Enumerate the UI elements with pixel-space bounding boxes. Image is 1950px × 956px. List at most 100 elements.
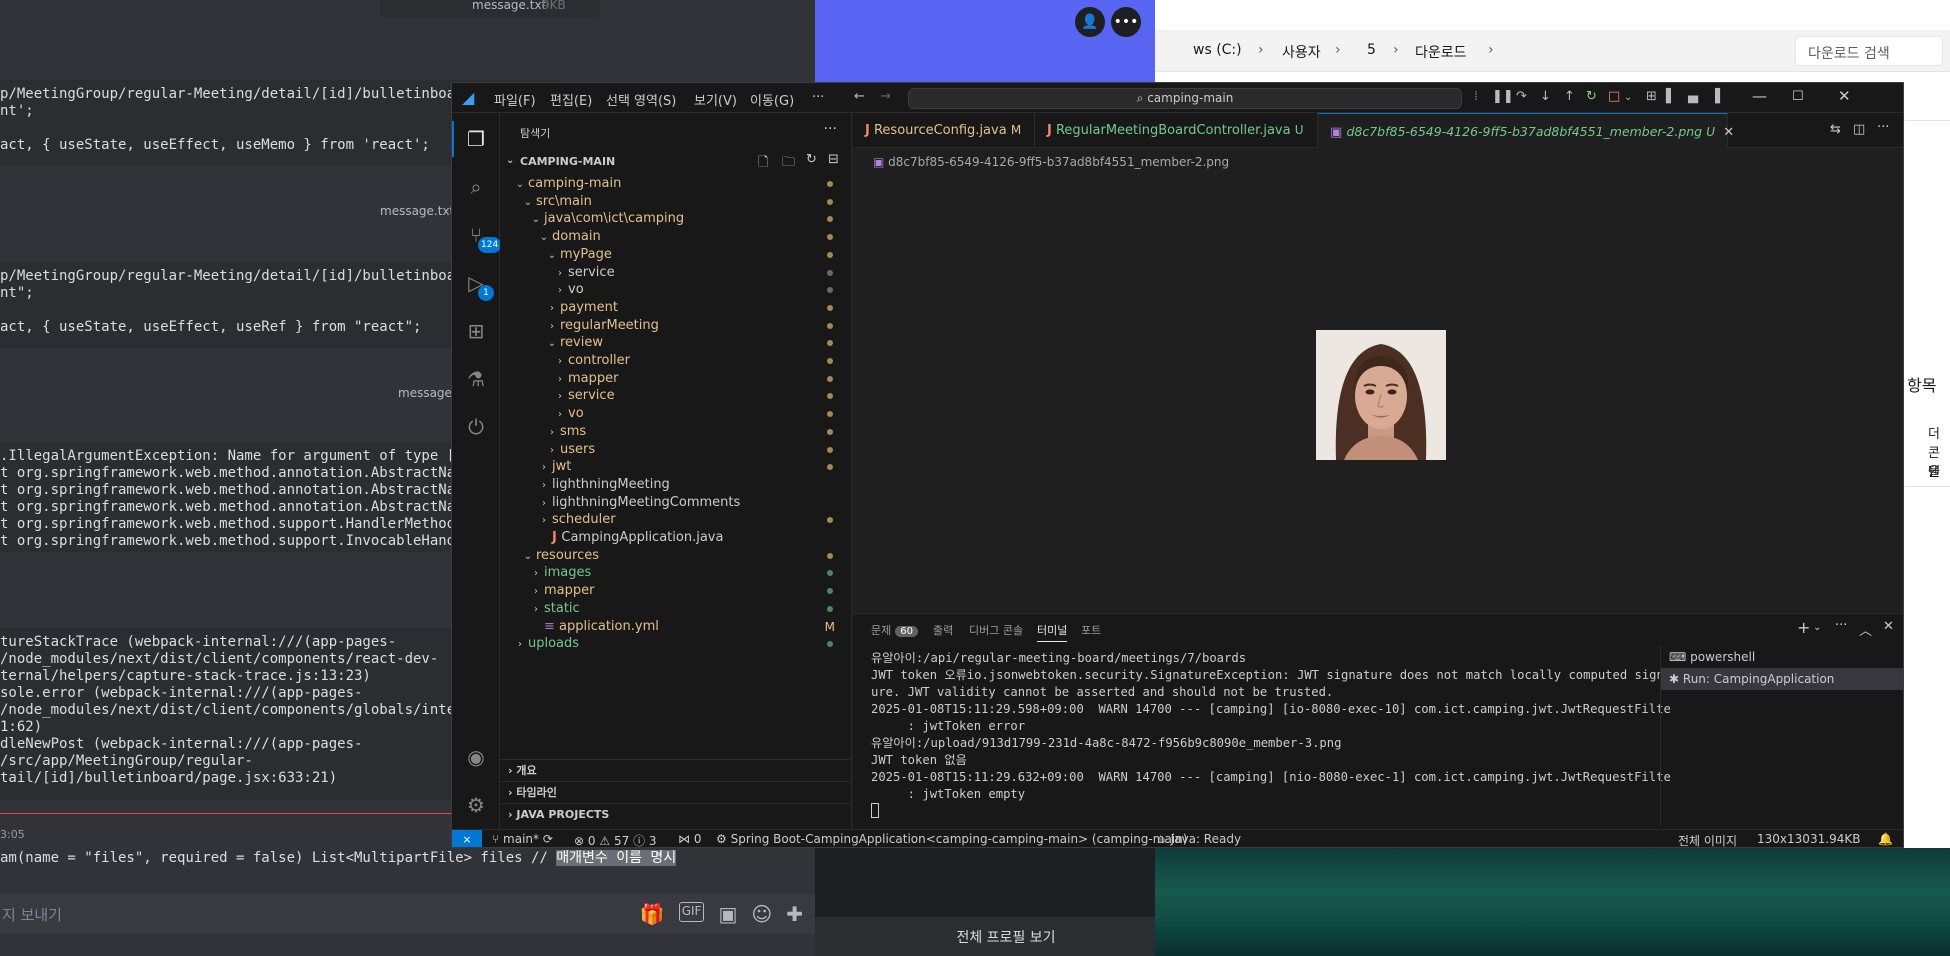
new-folder-icon[interactable]: 🗀 (782, 153, 795, 175)
tab-regular-meeting-board-controller[interactable]: J RegularMeetingBoardController.java U (1035, 113, 1318, 148)
add-friend-icon[interactable]: 👤 (1075, 7, 1105, 37)
sidebar-section[interactable]: › JAVA PROJECTS (500, 803, 851, 825)
toggle-panel-icon[interactable]: ▄ (1688, 89, 1698, 104)
debug-stop-icon[interactable]: □ (1608, 89, 1620, 104)
gift-icon[interactable]: 🎁 (640, 902, 665, 926)
debug-step-out-icon[interactable]: ↑ (1564, 89, 1575, 104)
debug-restart-icon[interactable]: ↻ (1586, 89, 1597, 104)
tab-debug-console[interactable]: 디버그 콘솔 (969, 622, 1023, 638)
breadcrumb-users[interactable]: 사용자 (1282, 42, 1321, 62)
breadcrumb-downloads[interactable]: 다운로드 (1415, 42, 1467, 62)
tab-member-image[interactable]: ▣ d8c7bf85-6549-4126-9ff5-b37ad8bf4551_m… (1318, 113, 1734, 148)
collapse-all-icon[interactable]: ⊟ (828, 152, 839, 167)
debug-step-over-icon[interactable]: ↷ (1516, 89, 1527, 104)
tab-resource-config[interactable]: J ResourceConfig.java M (853, 113, 1035, 148)
tab-label: ResourceConfig.java (873, 123, 1007, 138)
git-status-dot (827, 251, 833, 258)
accounts-icon[interactable]: ◉ (464, 745, 488, 769)
menu-edit[interactable]: 편집(E) (550, 90, 592, 109)
tree-item-label: review (560, 335, 603, 351)
command-center-search[interactable]: ⌕ camping-main (908, 88, 1462, 109)
explorer-search-input[interactable]: 다운로드 검색 (1795, 36, 1943, 66)
attachment-file-name[interactable]: message.txt (380, 204, 454, 218)
menu-more[interactable]: ··· (812, 90, 824, 105)
refresh-icon[interactable]: ↻ (806, 152, 817, 167)
sticker-icon[interactable]: ▣ (718, 902, 737, 926)
emoji-icon[interactable]: ☺ (751, 902, 772, 926)
extensions-icon[interactable]: ⊞ (464, 319, 488, 343)
apps-icon[interactable]: ✚ (786, 902, 803, 926)
full-profile-button[interactable]: 전체 프로필 보기 (815, 917, 1197, 956)
breadcrumb-label: d8c7bf85-6549-4126-9ff5-b37ad8bf4551_mem… (888, 155, 1230, 169)
workspace-root-row[interactable]: ⌄ CAMPING-MAIN 🗋 🗀 ↻ ⊟ (500, 151, 851, 173)
menu-go[interactable]: 이동(G) (750, 90, 794, 109)
customize-layout-icon[interactable]: ⊞ (1646, 89, 1657, 104)
spring-icon: ⚙ (716, 832, 727, 846)
toggle-secondary-sidebar-icon[interactable]: ▐ (1710, 89, 1720, 104)
debug-drag-handle-icon[interactable]: ⁞ (1474, 89, 1478, 104)
terminal-item-run-camping[interactable]: ✱ Run: CampingApplication (1661, 668, 1903, 690)
ports-icon: ⋈ (678, 832, 690, 846)
attachment-file-name[interactable]: message. (398, 386, 456, 400)
message-input[interactable]: 지 보내기 🎁 GIF ▣ ☺ ✚ (0, 894, 815, 934)
maximize-panel-icon[interactable]: ︿ (1859, 620, 1872, 639)
sidebar-section[interactable]: › 개요 (500, 759, 851, 781)
close-window-icon[interactable]: ✕ (1838, 87, 1851, 105)
close-panel-icon[interactable]: ✕ (1883, 619, 1894, 634)
new-file-icon[interactable]: 🗋 (758, 153, 768, 175)
settings-gear-icon[interactable]: ⚙ (464, 793, 488, 817)
breadcrumb-user[interactable]: 5 (1367, 42, 1376, 58)
tab-output[interactable]: 출력 (933, 622, 953, 638)
terminal-line: 유알아이:/upload/913d1799-231d-4a8c-8472-f95… (871, 736, 1342, 750)
problems-status[interactable]: ⊗ 0 ⚠ 57 ⓘ 3 (574, 832, 657, 847)
terminal-output[interactable]: 유알아이:/api/regular-meeting-board/meetings… (871, 650, 1671, 818)
chevron-down-icon[interactable]: ⌄ (1624, 92, 1632, 103)
split-editor-icon[interactable]: ◫ (1853, 122, 1865, 137)
menu-view[interactable]: 보기(V) (694, 90, 737, 109)
terminal-line: JWT token 없음 (871, 753, 967, 767)
back-arrow-icon[interactable]: ← (854, 89, 865, 104)
explorer-icon[interactable]: ❐ (464, 127, 488, 151)
tree-item[interactable]: › uploads (500, 633, 851, 655)
branch-status[interactable]: ⑂ main* ⟳ (492, 832, 553, 846)
notifications-bell-icon[interactable]: 🔔 (1878, 832, 1893, 846)
more-actions-icon[interactable]: ··· (1877, 120, 1889, 135)
new-terminal-icon[interactable]: + (1797, 618, 1810, 637)
toggle-primary-sidebar-icon[interactable]: ▌ (1666, 89, 1676, 104)
breadcrumb-separator-icon: › (1488, 42, 1494, 58)
git-status-dot (827, 411, 833, 418)
terminal-item-powershell[interactable]: ⌨ powershell (1661, 646, 1903, 668)
attachment-file-size: 9KB (542, 0, 566, 12)
attachment-file-name[interactable]: message.txt (472, 0, 546, 12)
more-actions-icon[interactable]: ··· (1835, 618, 1847, 633)
chevron-down-icon[interactable]: ⌄ (1813, 622, 1821, 633)
remote-indicator-icon[interactable]: ⨯ (452, 830, 482, 847)
breadcrumb-drive[interactable]: ws (C:) (1193, 42, 1242, 58)
tab-terminal[interactable]: 터미널 (1037, 622, 1068, 642)
image-breadcrumb[interactable]: ▣ d8c7bf85-6549-4126-9ff5-b37ad8bf4551_m… (873, 155, 1229, 169)
open-changes-icon[interactable]: ⇆ (1830, 122, 1841, 137)
tab-problems[interactable]: 문제 60 (871, 622, 918, 638)
minimize-icon[interactable]: — (1752, 87, 1767, 105)
ports-status[interactable]: ⋈ 0 (678, 832, 701, 846)
debug-pause-icon[interactable]: ❚❚ (1492, 89, 1514, 104)
sidebar-section[interactable]: › 타임라인 (500, 781, 851, 803)
image-zoom-status[interactable]: 전체 이미지 (1678, 832, 1737, 847)
tab-ports[interactable]: 포트 (1081, 622, 1101, 638)
maximize-icon[interactable]: ☐ (1792, 89, 1804, 104)
spring-boot-status[interactable]: ⚙ Spring Boot-CampingApplication<camping… (716, 832, 1187, 846)
gif-icon[interactable]: GIF (678, 902, 705, 922)
debug-step-into-icon[interactable]: ↓ (1540, 89, 1551, 104)
more-options-icon[interactable]: ••• (1111, 7, 1141, 37)
spring-boot-dashboard-icon[interactable]: ⏻ (464, 415, 488, 439)
menu-selection[interactable]: 선택 영역(S) (606, 90, 676, 109)
java-status[interactable]: ☕ Java: Ready (1156, 832, 1241, 846)
close-tab-icon[interactable]: ✕ (1723, 125, 1734, 140)
java-file-icon: J (552, 530, 562, 545)
search-icon[interactable]: ⌕ (464, 175, 488, 199)
menu-file[interactable]: 파일(F) (494, 90, 536, 109)
forward-arrow-icon[interactable]: → (880, 89, 891, 104)
more-actions-icon[interactable]: ··· (824, 121, 837, 137)
testing-icon[interactable]: ⚗ (464, 367, 488, 391)
terminal-line: 2025-01-08T15:11:29.598+09:00 WARN 14700… (871, 702, 1671, 716)
